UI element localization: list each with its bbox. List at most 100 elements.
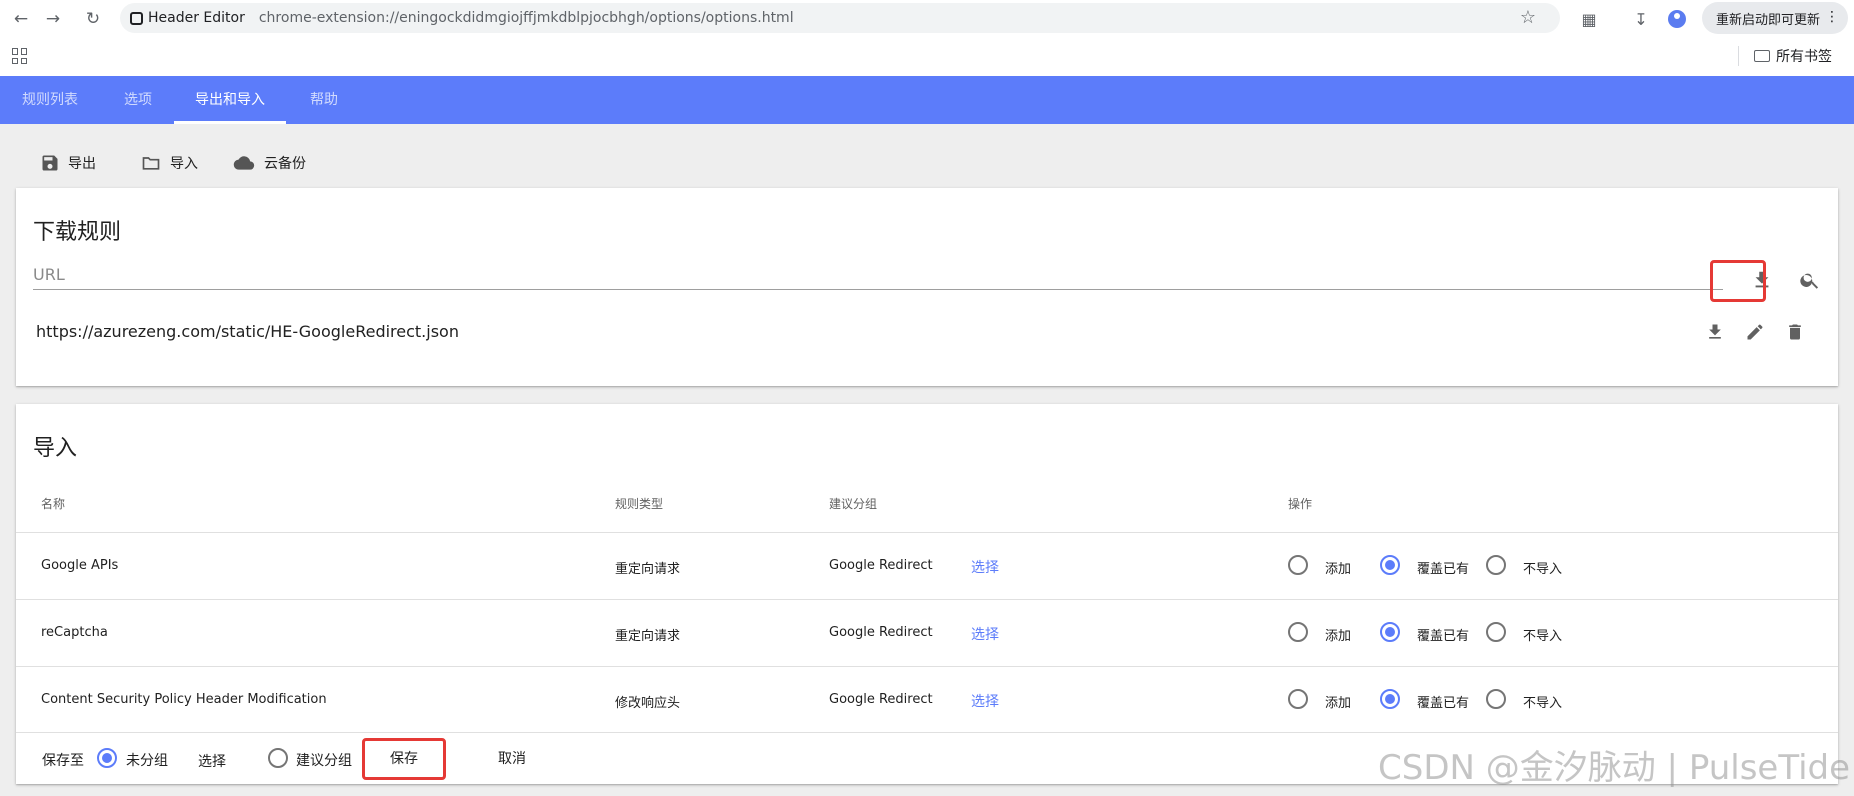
apps-grid-icon[interactable] [12,48,28,64]
radio-add-label: 添加 [1325,629,1352,644]
rule-group: Google Redirect [829,625,933,640]
rule-download-button[interactable] [1695,312,1735,352]
radio-skip[interactable] [1486,689,1506,709]
url-text[interactable]: chrome-extension://eningockdidmgiojffjmk… [259,10,794,26]
select-group-link[interactable]: 选择 [971,557,999,577]
tab-options[interactable]: 选项 [108,76,168,124]
folder-icon [1754,50,1770,62]
rule-type: 重定向请求 [615,629,681,644]
row-divider [16,732,1838,733]
active-tab-indicator [174,121,286,124]
download-rules-card: 下载规则 https://azurezeng.com/static/HE-Goo… [16,188,1838,386]
save-to-label: 保存至 [42,753,84,769]
export-button[interactable]: 导出 [40,150,96,176]
radio-ungrouped[interactable] [97,748,117,768]
url-input-wrapper [33,260,1723,290]
all-bookmarks-label: 所有书签 [1776,49,1832,65]
search-icon [1800,273,1819,289]
radio-add-label: 添加 [1325,696,1352,711]
browser-toolbar: ← → ↻ Header Editor chrome-extension://e… [0,0,1854,36]
search-button[interactable] [1790,260,1830,300]
select-group-link[interactable]: 选择 [971,624,999,644]
extensions-icon[interactable]: ▦ [1576,6,1602,32]
rule-name: Google APIs [41,558,119,573]
rule-edit-button[interactable] [1735,312,1775,352]
import-button[interactable]: 导入 [140,150,198,176]
download-icon [1709,324,1721,339]
radio-add[interactable] [1288,622,1308,642]
folder-open-icon [142,157,160,170]
rule-type: 修改响应头 [615,696,681,711]
rule-group: Google Redirect [829,692,933,707]
downloads-icon[interactable]: ↧ [1628,6,1654,32]
col-header-action: 操作 [1288,497,1313,511]
cancel-button[interactable]: 取消 [472,740,552,778]
extension-name: Header Editor [148,10,245,26]
rule-name: Content Security Policy Header Modificat… [41,692,327,707]
bookmarks-bar: 所有书签 [0,36,1854,76]
extension-icon [130,11,143,25]
radio-add[interactable] [1288,689,1308,709]
radio-override-label: 覆盖已有 [1417,696,1470,711]
radio-skip-label: 不导入 [1523,629,1563,644]
select-group-link[interactable]: 选择 [971,691,999,711]
edit-icon [1747,324,1763,340]
restart-update-label: 重新启动即可更新 [1716,12,1821,28]
col-header-type: 规则类型 [615,497,664,511]
radio-skip[interactable] [1486,555,1506,575]
radio-suggested-group[interactable] [268,748,288,768]
select-save-group-link[interactable]: 选择 [198,751,226,771]
url-input[interactable] [33,260,1723,288]
extension-chip[interactable]: Header Editor [130,10,245,26]
rule-name: reCaptcha [41,625,108,640]
restart-update-button[interactable]: 重新启动即可更新 ⋮ [1702,2,1848,34]
row-divider [16,599,1838,600]
radio-override-label: 覆盖已有 [1417,562,1470,577]
radio-add-label: 添加 [1325,562,1352,577]
rule-delete-button[interactable] [1775,312,1815,352]
save-icon [42,155,58,171]
tab-help[interactable]: 帮助 [294,76,354,124]
radio-skip-label: 不导入 [1523,562,1563,577]
import-label: 导入 [170,156,198,172]
col-header-group: 建议分组 [829,497,878,511]
radio-override-label: 覆盖已有 [1417,629,1470,644]
back-icon[interactable]: ← [8,6,34,32]
save-button-highlight [362,738,446,780]
profile-icon[interactable] [1664,6,1690,32]
radio-skip-label: 不导入 [1523,696,1563,711]
radio-override[interactable] [1380,689,1400,709]
more-menu-icon[interactable]: ⋮ [1825,9,1839,25]
import-title: 导入 [33,436,78,461]
download-button-highlight [1710,260,1766,302]
all-bookmarks-button[interactable]: 所有书签 [1754,46,1832,66]
radio-add[interactable] [1288,555,1308,575]
cloud-backup-button[interactable]: 云备份 [232,150,306,176]
export-label: 导出 [68,156,96,172]
tab-rule-list[interactable]: 规则列表 [12,76,88,124]
cloud-backup-label: 云备份 [264,156,306,172]
rule-url-text: https://azurezeng.com/static/HE-GoogleRe… [36,322,459,341]
download-rules-title: 下载规则 [33,220,122,245]
ungrouped-label: 未分组 [126,753,168,769]
import-card: 导入 名称 规则类型 建议分组 操作 Google APIs 重定向请求 Goo… [16,404,1838,784]
forward-icon[interactable]: → [40,6,66,32]
suggested-group-label: 建议分组 [296,753,352,769]
app-header: 规则列表 选项 导出和导入 帮助 [0,76,1854,124]
radio-override[interactable] [1380,555,1400,575]
address-bar[interactable]: Header Editor chrome-extension://eningoc… [120,3,1560,33]
cloud-icon [233,156,255,170]
delete-icon [1789,324,1801,340]
rule-group: Google Redirect [829,558,933,573]
row-divider [16,532,1838,533]
bookmark-star-icon[interactable]: ☆ [1520,7,1536,28]
bookmarks-divider [1738,46,1739,66]
radio-override[interactable] [1380,622,1400,642]
tab-export-import[interactable]: 导出和导入 [174,76,286,124]
col-header-name: 名称 [41,497,66,511]
row-divider [16,666,1838,667]
radio-skip[interactable] [1486,622,1506,642]
rule-type: 重定向请求 [615,562,681,577]
avatar [1668,10,1686,28]
reload-icon[interactable]: ↻ [80,6,106,32]
